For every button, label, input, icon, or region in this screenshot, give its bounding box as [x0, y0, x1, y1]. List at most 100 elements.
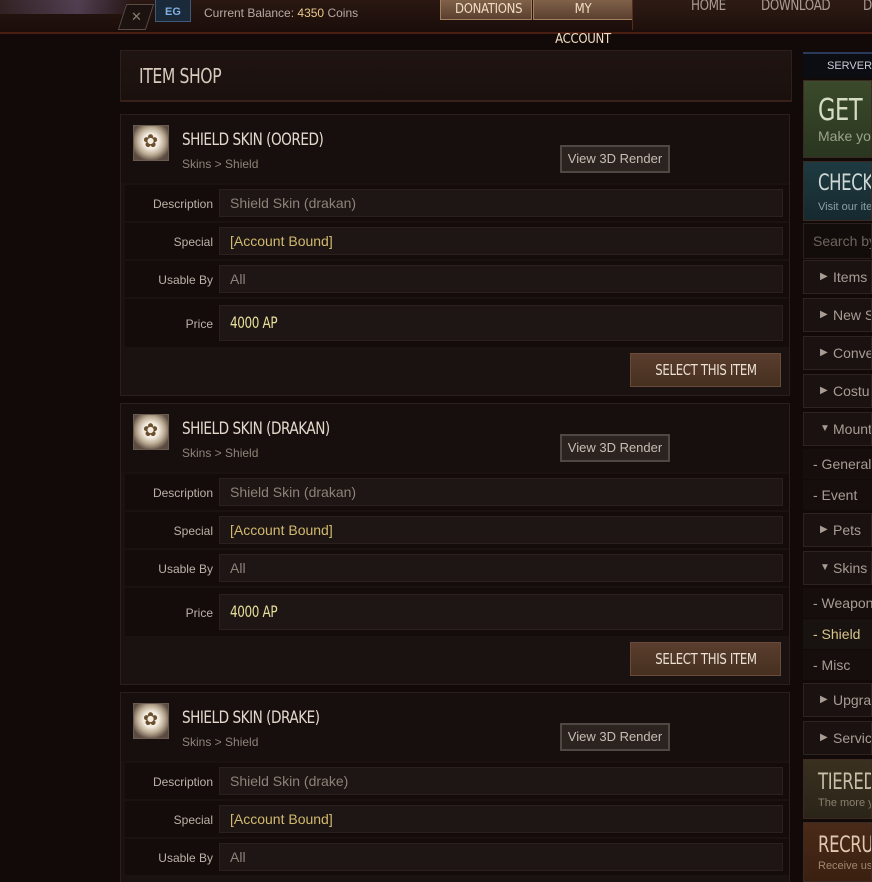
item-card: SHIELD SKIN (DRAKE) Skins > Shield View … [120, 692, 790, 882]
balance-label: Current Balance: [204, 6, 295, 20]
special-value: [Account Bound] [219, 516, 783, 544]
caret-down-icon: ▼ [820, 423, 830, 434]
usable-by-value: All [219, 265, 783, 293]
description-label: Description [152, 486, 213, 500]
category-new[interactable]: ▶ New S [803, 298, 872, 332]
special-value: [Account Bound] [219, 805, 783, 833]
nav-link-home[interactable]: HOME [691, 0, 726, 14]
promo-tiered-title: TIERED R [818, 770, 872, 795]
subcategory-shield[interactable]: - Shield [803, 619, 872, 649]
description-label: Description [152, 775, 213, 789]
category-costume[interactable]: ▶ Costu [803, 374, 872, 408]
caret-right-icon: ▶ [820, 694, 828, 705]
special-label: Special [173, 524, 213, 538]
usable-by-row: Usable By All [125, 839, 789, 875]
item-category: Skins > Shield [182, 735, 259, 749]
category-conversion[interactable]: ▶ Conve [803, 336, 872, 370]
nav-link-more[interactable]: DI [863, 0, 872, 14]
view-3d-render-button[interactable]: View 3D Render [560, 723, 670, 751]
special-row: Special [Account Bound] [125, 512, 789, 548]
select-item-button[interactable]: SELECT THIS ITEM [630, 353, 781, 387]
item-category: Skins > Shield [182, 157, 259, 171]
item-name: SHIELD SKIN (OORED) [182, 130, 324, 150]
category-upgrades[interactable]: ▶ Upgra [803, 683, 872, 717]
top-bar: ✕ EG Current Balance: 4350 Coins DONATIO… [0, 0, 872, 47]
header-artwork [0, 0, 130, 14]
special-label: Special [173, 235, 213, 249]
promo-check-banner[interactable]: CHECK C Visit our ite [803, 161, 872, 221]
my-account-button[interactable]: MY ACCOUNT [533, 0, 633, 47]
price-row: Price 4000 AP [125, 588, 789, 636]
caret-right-icon: ▶ [820, 271, 828, 282]
category-pets[interactable]: ▶ Pets [803, 513, 872, 547]
usable-by-row: Usable By All [125, 261, 789, 297]
description-value: Shield Skin (drake) [219, 767, 783, 795]
item-card: SHIELD SKIN (DRAKAN) Skins > Shield View… [120, 403, 790, 685]
item-category: Skins > Shield [182, 446, 259, 460]
usable-by-value: All [219, 554, 783, 582]
caret-down-icon: ▼ [820, 562, 830, 573]
usable-by-row: Usable By All [125, 550, 789, 586]
caret-right-icon: ▶ [820, 732, 828, 743]
promo-get-title: GET M [818, 93, 871, 128]
promo-recruit-title: RECRUIT [818, 833, 872, 858]
category-mounts[interactable]: ▼ Mount [803, 412, 872, 446]
nav-shelf: HOME DOWNLOAD DI [632, 0, 872, 30]
view-3d-render-button[interactable]: View 3D Render [560, 434, 670, 462]
usable-by-label: Usable By [158, 562, 213, 576]
description-value: Shield Skin (drakan) [219, 478, 783, 506]
usable-by-label: Usable By [158, 273, 213, 287]
special-value: [Account Bound] [219, 227, 783, 255]
category-items[interactable]: ▶ Items [803, 260, 872, 294]
usable-by-value: All [219, 843, 783, 871]
page-title: ITEM SHOP [120, 50, 792, 102]
promo-tiered-banner[interactable]: TIERED R The more y [803, 759, 872, 819]
promo-recruit-banner[interactable]: RECRUIT Receive us [803, 822, 872, 882]
price-value: 4000 AP [219, 305, 783, 341]
current-balance: Current Balance: 4350 Coins [204, 6, 358, 20]
balance-unit: Coins [327, 6, 359, 20]
donations-button[interactable]: DONATIONS [440, 0, 532, 20]
description-row: Description Shield Skin (drake) [125, 763, 789, 799]
price-label: Price [185, 606, 213, 620]
price-value: 4000 AP [219, 594, 783, 630]
nav-link-download[interactable]: DOWNLOAD [761, 0, 831, 14]
promo-check-title: CHECK C [818, 171, 872, 196]
promo-check-subtitle: Visit our ite [818, 201, 872, 213]
special-row: Special [Account Bound] [125, 801, 789, 837]
caret-right-icon: ▶ [820, 385, 828, 396]
subcategory-weapon[interactable]: - Weapon [803, 588, 872, 618]
item-name: SHIELD SKIN (DRAKAN) [182, 419, 330, 439]
category-services[interactable]: ▶ Servic [803, 721, 872, 755]
close-icon: ✕ [130, 9, 142, 24]
caret-right-icon: ▶ [820, 524, 828, 535]
select-item-button[interactable]: SELECT THIS ITEM [630, 642, 781, 676]
caret-right-icon: ▶ [820, 347, 828, 358]
description-row: Description Shield Skin (drakan) [125, 474, 789, 510]
promo-recruit-subtitle: Receive us [818, 860, 872, 872]
promo-tiered-subtitle: The more y [818, 797, 872, 809]
price-row: Price 4000 AP [125, 299, 789, 347]
balance-amount: 4350 [297, 6, 325, 20]
price-label: Price [185, 317, 213, 331]
promo-get-banner[interactable]: GET M Make yo [803, 80, 872, 158]
special-row: Special [Account Bound] [125, 223, 789, 259]
item-header: SHIELD SKIN (DRAKE) Skins > Shield View … [121, 693, 789, 761]
subcategory-event[interactable]: - Event [803, 480, 872, 510]
shield-icon [133, 125, 169, 161]
subcategory-general[interactable]: - General [803, 449, 872, 479]
item-shop-panel: ITEM SHOP SHIELD SKIN (OORED) Skins > Sh… [120, 50, 792, 882]
server-logo[interactable]: EG [155, 0, 191, 22]
promo-get-subtitle: Make yo [818, 128, 871, 144]
item-header: SHIELD SKIN (OORED) Skins > Shield View … [121, 115, 789, 183]
subcategory-misc[interactable]: - Misc [803, 650, 872, 680]
special-label: Special [173, 813, 213, 827]
description-value: Shield Skin (drakan) [219, 189, 783, 217]
caret-right-icon: ▶ [820, 309, 828, 320]
usable-by-label: Usable By [158, 851, 213, 865]
item-name: SHIELD SKIN (DRAKE) [182, 708, 320, 728]
view-3d-render-button[interactable]: View 3D Render [560, 145, 670, 173]
item-search-input[interactable]: Search by [803, 223, 872, 259]
category-skins[interactable]: ▼ Skins [803, 551, 872, 585]
server-tab[interactable]: SERVER [803, 52, 872, 78]
